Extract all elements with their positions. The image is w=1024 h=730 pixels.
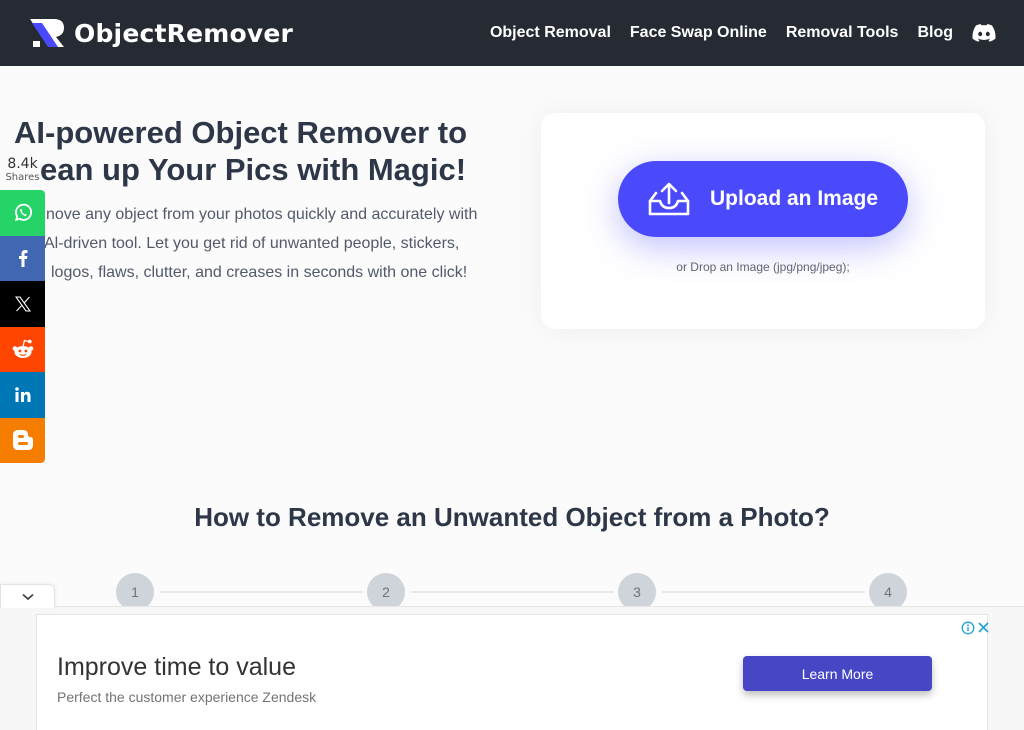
upload-button-label: Upload an Image — [710, 187, 879, 210]
logo-mark-icon — [30, 19, 64, 47]
ad-title: Improve time to value — [57, 653, 296, 681]
hero-desc-line1: nove any object from your photos quickly… — [46, 206, 478, 223]
nav-removal-tools[interactable]: Removal Tools — [786, 24, 899, 42]
ad-close-icon[interactable] — [977, 621, 990, 634]
hero-desc-line2: Al-driven tool. Let you get rid of unwan… — [44, 235, 460, 252]
share-count-label: Shares — [5, 172, 40, 183]
share-reddit-button[interactable] — [0, 326, 45, 372]
ad-info-icon[interactable] — [961, 621, 975, 635]
logo-text: ObjectRemover — [74, 18, 294, 48]
nav-object-removal[interactable]: Object Removal — [490, 24, 611, 42]
upload-image-button[interactable]: Upload an Image — [618, 161, 908, 237]
nav-blog[interactable]: Blog — [917, 24, 953, 42]
share-count-number: 8.4k — [7, 156, 38, 172]
share-count: 8.4k Shares — [0, 156, 45, 184]
share-x-button[interactable] — [0, 281, 45, 327]
step-connector — [160, 591, 363, 593]
step-connector — [411, 591, 614, 593]
blogger-icon — [12, 430, 33, 451]
site-header: ObjectRemover Object Removal Face Swap O… — [0, 0, 1024, 66]
ad-learn-more-button[interactable]: Learn More — [743, 656, 932, 691]
howto-title: How to Remove an Unwanted Object from a … — [194, 502, 830, 532]
main-nav: Object Removal Face Swap Online Removal … — [471, 0, 996, 66]
nav-face-swap-online[interactable]: Face Swap Online — [630, 24, 767, 42]
collapse-ad-button[interactable] — [0, 584, 55, 608]
hero-description: nove any object from your photos quickly… — [14, 200, 514, 287]
upload-dropzone[interactable]: Upload an Image or Drop an Image (jpg/pn… — [541, 113, 985, 329]
linkedin-icon — [14, 387, 30, 403]
drop-hint: or Drop an Image (jpg/png/jpeg); — [676, 260, 850, 274]
whatsapp-icon — [14, 203, 32, 221]
chevron-down-icon — [21, 593, 34, 600]
x-icon — [14, 296, 31, 312]
share-linkedin-button[interactable] — [0, 372, 45, 418]
discord-icon[interactable] — [972, 23, 996, 43]
hero-title-line2: ean up Your Pics with Magic! — [40, 152, 467, 187]
ad-banner[interactable]: Improve time to value Perfect the custom… — [36, 614, 990, 730]
site-logo[interactable]: ObjectRemover — [28, 17, 293, 49]
reddit-icon — [12, 339, 33, 359]
ad-banner-container: Improve time to value Perfect the custom… — [0, 606, 1024, 730]
ad-subtitle: Perfect the customer experience Zendesk — [57, 689, 317, 705]
share-facebook-button[interactable] — [0, 235, 45, 281]
upload-tray-icon — [648, 182, 690, 216]
hero-desc-line3: logos, flaws, clutter, and creases in se… — [51, 264, 468, 281]
hero-title-line1: AI-powered Object Remover to — [14, 115, 468, 150]
share-blogger-button[interactable] — [0, 417, 45, 463]
share-whatsapp-button[interactable] — [0, 190, 45, 236]
social-share-bar — [0, 190, 45, 463]
hero-title: AI-powered Object Remover to ean up Your… — [14, 114, 514, 188]
facebook-icon — [18, 250, 27, 268]
step-connector — [662, 591, 865, 593]
